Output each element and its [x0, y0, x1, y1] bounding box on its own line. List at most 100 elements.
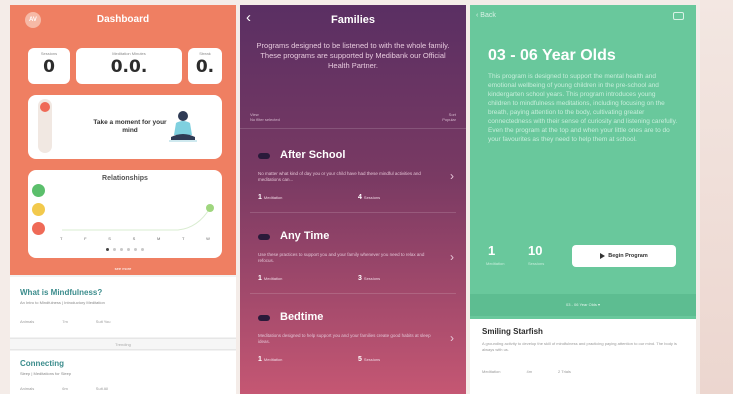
mood-slider-knob[interactable]	[40, 102, 50, 112]
sad-face-icon	[32, 222, 45, 235]
dashboard-screen: AV Dashboard Sessions 0 Meditation Minut…	[10, 5, 236, 394]
meditation-count: 1	[488, 243, 496, 258]
mindfulness-prompt: Take a moment for your mind	[93, 119, 167, 134]
program-description: Meditations designed to help support you…	[258, 333, 431, 344]
begin-program-button[interactable]: Begin Program	[572, 245, 676, 267]
day-label: S	[132, 236, 136, 241]
pager-dots[interactable]	[106, 248, 144, 251]
share-icon[interactable]	[673, 12, 684, 20]
program-detail-screen: ‹ Back 03 - 06 Year Olds This program is…	[470, 5, 696, 394]
meta-item: 4m	[526, 369, 533, 374]
neutral-face-icon	[32, 203, 45, 216]
meta-item: 2 Trials	[558, 369, 571, 374]
meta-item: Animals	[20, 386, 35, 391]
program-description: This program is designed to support the …	[488, 73, 678, 143]
day-label: M	[157, 236, 161, 241]
begin-program-label: Begin Program	[608, 253, 648, 259]
session-count: 5 Sessions	[358, 356, 381, 363]
day-label: T	[60, 236, 63, 241]
program-item-after-school[interactable]: After School No matter what kind of day …	[240, 149, 466, 215]
stat-value: 0	[43, 57, 55, 77]
stat-value: 0.	[195, 57, 215, 77]
pager-dot[interactable]	[134, 248, 137, 251]
session-count-label: Sessions	[528, 261, 545, 266]
day-label: T	[182, 236, 185, 241]
session-title: Smiling Starfish	[482, 327, 543, 336]
day-label: F	[84, 236, 87, 241]
program-description: No matter what kind of day you or your c…	[258, 171, 421, 182]
chevron-right-icon[interactable]: ›	[450, 331, 454, 345]
meta-item: 7m	[62, 319, 68, 324]
background-strip	[700, 0, 733, 394]
families-description: Programs designed to be listened to with…	[256, 41, 450, 70]
card-meta: Animals 6m Suit All	[20, 386, 108, 391]
card-title: What is Mindfulness?	[20, 288, 103, 297]
age-filter-dropdown[interactable]: 03 - 06 Year Olds ▾	[470, 294, 696, 316]
program-icon	[258, 153, 270, 159]
meditator-illustration	[169, 111, 197, 142]
stat-value: 0.0.	[110, 57, 148, 77]
stat-sessions: Sessions 0	[28, 48, 70, 84]
page-title: Families	[330, 14, 376, 26]
families-screen: ‹ Families Programs designed to be liste…	[240, 5, 466, 394]
page-title: Dashboard	[96, 14, 150, 25]
card-subtitle: Sleep | Meditations for Sleep	[20, 371, 72, 376]
see-more-link[interactable]: see more	[10, 266, 236, 271]
day-label: S	[108, 236, 111, 241]
relationships-card[interactable]: Relationships T F S S M T W	[28, 170, 222, 258]
session-card[interactable]: Smiling Starfish A grounding activity to…	[470, 319, 696, 394]
pager-dot[interactable]	[141, 248, 144, 251]
program-item-any-time[interactable]: Any Time Use these practices to support …	[240, 230, 466, 296]
program-title: After School	[280, 149, 346, 161]
session-count: 4 Sessions	[358, 194, 381, 201]
meditation-count: 1 Meditation	[258, 356, 283, 363]
meta-item: Animals	[20, 319, 35, 324]
session-count: 3 Sessions	[358, 275, 381, 282]
program-icon	[258, 234, 270, 240]
program-title: Bedtime	[280, 311, 324, 323]
pager-dot[interactable]	[120, 248, 123, 251]
meta-item: Meditation	[482, 369, 501, 374]
meditation-count: 1 Meditation	[258, 194, 283, 201]
mood-check-card[interactable]: Take a moment for your mind	[28, 95, 222, 159]
pager-dot[interactable]	[127, 248, 130, 251]
weekday-axis: T F S S M T W	[60, 236, 210, 241]
program-item-bedtime[interactable]: Bedtime Meditations designed to help sup…	[240, 311, 466, 377]
relationships-title: Relationships	[102, 175, 148, 182]
day-label: W	[206, 236, 210, 241]
card-title: Connecting	[20, 359, 64, 368]
session-meta: Meditation 4m 2 Trials	[482, 369, 571, 374]
program-description: Use these practices to support you and y…	[258, 252, 425, 263]
view-filter[interactable]: View No filter selected	[250, 112, 280, 122]
chevron-right-icon[interactable]: ›	[450, 169, 454, 183]
section-label-trending: Trending	[10, 338, 236, 350]
meta-item: Suit All	[95, 386, 109, 391]
program-title: Any Time	[280, 230, 330, 242]
stat-minutes: Meditation Minutes 0.0.	[76, 48, 182, 84]
mood-slider[interactable]	[38, 99, 52, 153]
meta-item: 6m	[62, 386, 68, 391]
card-subtitle: An Intro to Mindfulness | Introductory M…	[20, 300, 105, 305]
stat-label: Sessions	[40, 51, 58, 56]
happy-face-icon	[32, 184, 45, 197]
sort-control[interactable]: Sort Popular	[442, 112, 456, 122]
connecting-card[interactable]: Connecting Sleep | Meditations for Sleep…	[10, 351, 236, 394]
chevron-right-icon[interactable]: ›	[450, 250, 454, 264]
stat-label: Streak	[199, 51, 211, 56]
divider	[250, 293, 456, 294]
meta-item: Suit You	[95, 319, 111, 324]
back-button[interactable]: ‹ Back	[476, 12, 496, 19]
stat-streak: Streak 0.	[188, 48, 222, 84]
page-title: 03 - 06 Year Olds	[488, 47, 616, 64]
stat-label: Meditation Minutes	[112, 51, 146, 56]
card-meta: Animals 7m Suit You	[20, 319, 110, 324]
mood-trend-line	[62, 204, 214, 231]
play-icon	[600, 253, 606, 259]
session-description: A grounding activity to develop the skil…	[482, 341, 677, 352]
meditation-count: 1 Meditation	[258, 275, 283, 282]
mindfulness-card[interactable]: What is Mindfulness? An Intro to Mindful…	[10, 277, 236, 337]
divider	[240, 128, 466, 129]
pager-dot[interactable]	[113, 248, 116, 251]
screenshot-stage: AV Dashboard Sessions 0 Meditation Minut…	[0, 0, 733, 394]
pager-dot[interactable]	[106, 248, 109, 251]
